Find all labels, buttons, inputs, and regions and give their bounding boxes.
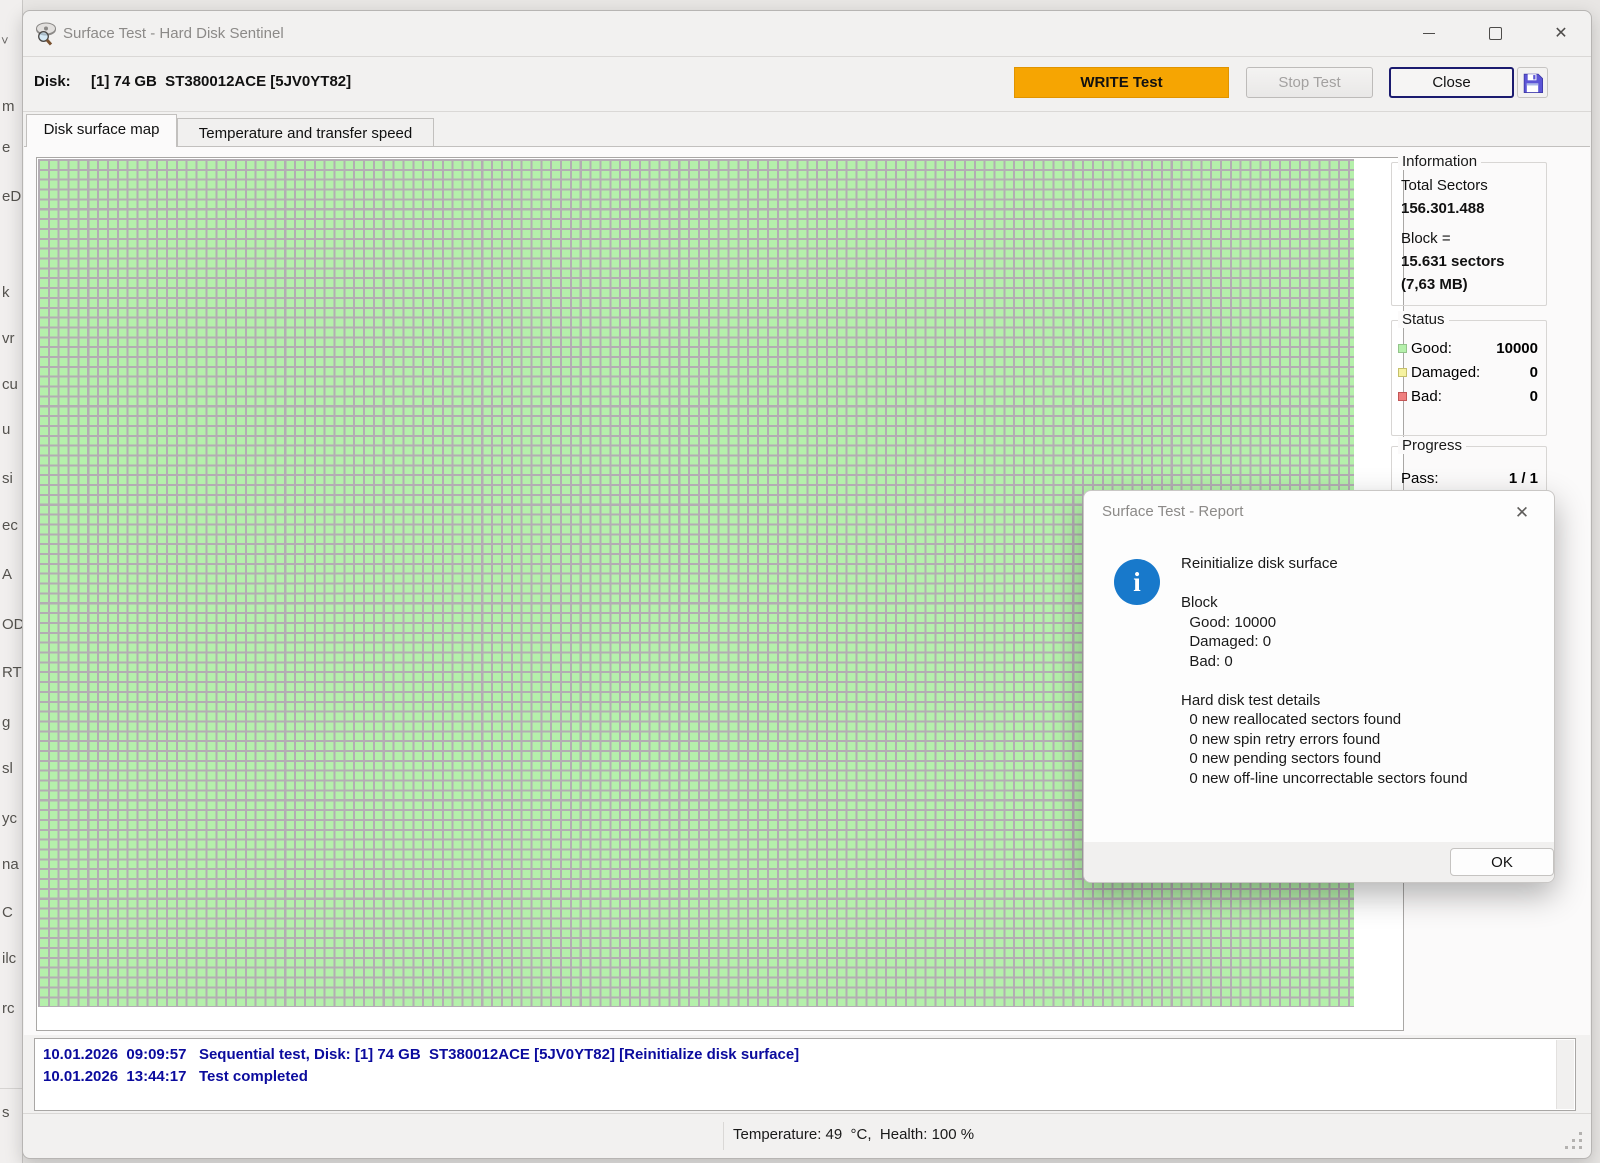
information-group: Information Total Sectors 156.301.488 Bl…: [1391, 162, 1547, 306]
maximize-button[interactable]: [1475, 18, 1515, 50]
bg-text-fragment: na: [2, 856, 19, 873]
maximize-icon: [1489, 27, 1502, 40]
report-line: 0 new spin retry errors found: [1181, 730, 1546, 750]
resize-grip[interactable]: [1579, 1146, 1582, 1149]
report-line: Bad: 0: [1181, 652, 1546, 672]
dialog-footer: OK: [1084, 842, 1554, 882]
bg-text-fragment: yc: [2, 810, 17, 827]
dialog-close-button[interactable]: ✕: [1510, 501, 1534, 525]
report-line: Good: 10000: [1181, 613, 1546, 633]
status-row-bad: Bad: 0: [1398, 385, 1538, 407]
bg-text-fragment: eD: [2, 188, 21, 205]
block-label: Block =: [1401, 230, 1538, 247]
surface-test-report-dialog: Surface Test - Report ✕ i Reinitialize d…: [1083, 490, 1555, 883]
bad-label: Bad:: [1411, 388, 1442, 405]
bg-text-fragment: cu: [2, 376, 18, 393]
write-test-button[interactable]: WRITE Test: [1014, 67, 1229, 98]
minimize-icon: [1423, 33, 1435, 34]
bg-text-fragment: si: [2, 470, 13, 487]
bg-text-fragment: vr: [2, 330, 15, 347]
log-line: 10.01.2026 09:09:57 Sequential test, Dis…: [43, 1046, 799, 1063]
report-line: 0 new off-line uncorrectable sectors fou…: [1181, 769, 1546, 789]
disk-label: Disk:: [34, 73, 71, 90]
total-sectors-value: 156.301.488: [1401, 200, 1538, 217]
disk-value: [1] 74 GB ST380012ACE [5JV0YT82]: [91, 73, 351, 90]
dialog-title: Surface Test - Report: [1102, 503, 1243, 520]
bg-text-fragment: C: [2, 904, 13, 921]
bg-text-fragment: A: [2, 566, 12, 583]
save-report-button[interactable]: [1517, 67, 1548, 98]
close-button[interactable]: Close: [1389, 67, 1514, 98]
status-row-damaged: Damaged: 0: [1398, 361, 1538, 383]
divider: [0, 1088, 22, 1089]
close-icon: ✕: [1554, 26, 1567, 42]
test-log: 10.01.2026 09:09:57 Sequential test, Dis…: [34, 1038, 1576, 1111]
pass-label: Pass:: [1401, 470, 1439, 487]
close-window-button[interactable]: ✕: [1541, 18, 1581, 50]
group-title: Progress: [1398, 437, 1466, 454]
bg-text-fragment: ilc: [2, 950, 16, 967]
group-title: Information: [1398, 153, 1481, 170]
bad-swatch-icon: [1398, 392, 1407, 401]
group-title: Status: [1398, 311, 1449, 328]
pass-value: 1 / 1: [1509, 470, 1538, 487]
report-line: [1181, 574, 1546, 594]
info-icon: i: [1114, 559, 1160, 605]
window-title: Surface Test - Hard Disk Sentinel: [63, 25, 284, 42]
app-icon: [33, 21, 59, 47]
bg-text-fragment: g: [2, 714, 10, 731]
bg-text-fragment: k: [2, 284, 10, 301]
bg-text-fragment: s: [2, 1104, 10, 1121]
report-line: 0 new reallocated sectors found: [1181, 710, 1546, 730]
tab-disk-surface-map[interactable]: Disk surface map: [26, 114, 177, 147]
report-line: Reinitialize disk surface: [1181, 554, 1546, 574]
good-swatch-icon: [1398, 344, 1407, 353]
total-sectors-label: Total Sectors: [1401, 177, 1538, 194]
ok-button[interactable]: OK: [1450, 848, 1554, 876]
damaged-swatch-icon: [1398, 368, 1407, 377]
status-group: Status Good: 10000 Damaged: 0 Bad: 0: [1391, 320, 1547, 436]
temperature-health-status: Temperature: 49 °C, Health: 100 %: [733, 1126, 974, 1143]
floppy-save-icon: [1522, 72, 1543, 93]
bg-text-fragment: rc: [2, 1000, 15, 1017]
bg-text-fragment: e: [2, 139, 10, 156]
bg-text-fragment: u: [2, 421, 10, 438]
bg-text-fragment: m: [2, 98, 15, 115]
stop-test-button[interactable]: Stop Test: [1246, 67, 1373, 98]
report-line: Damaged: 0: [1181, 632, 1546, 652]
background-window-sliver: ˅ m e eD k vr cu u si ec A OD RT g sl yc…: [0, 0, 23, 1163]
screen: ˅ m e eD k vr cu u si ec A OD RT g sl yc…: [0, 0, 1600, 1163]
block-size-value: (7,63 MB): [1401, 276, 1538, 293]
progress-row-pass: Pass: 1 / 1: [1398, 467, 1538, 489]
tab-temperature-transfer-speed[interactable]: Temperature and transfer speed: [177, 118, 434, 147]
block-sectors-value: 15.631 sectors: [1401, 253, 1538, 270]
titlebar: Surface Test - Hard Disk Sentinel ✕: [23, 11, 1591, 57]
status-row-good: Good: 10000: [1398, 337, 1538, 359]
toolbar: Disk: [1] 74 GB ST380012ACE [5JV0YT82] W…: [23, 56, 1591, 112]
report-line: 0 new pending sectors found: [1181, 749, 1546, 769]
chevron-down-icon[interactable]: ˅: [1, 33, 9, 48]
divider: [723, 1122, 724, 1150]
minimize-button[interactable]: [1409, 18, 1449, 50]
bg-text-fragment: RT: [2, 664, 22, 681]
damaged-value: 0: [1530, 364, 1538, 381]
log-scrollbar[interactable]: [1556, 1040, 1574, 1109]
damaged-label: Damaged:: [1411, 364, 1480, 381]
log-line: 10.01.2026 13:44:17 Test completed: [43, 1068, 308, 1085]
bad-value: 0: [1530, 388, 1538, 405]
report-line: Hard disk test details: [1181, 691, 1546, 711]
bg-text-fragment: ec: [2, 517, 18, 534]
bg-text-fragment: sl: [2, 760, 13, 777]
good-value: 10000: [1496, 340, 1538, 357]
good-label: Good:: [1411, 340, 1452, 357]
report-line: [1181, 671, 1546, 691]
report-body: Reinitialize disk surface Block Good: 10…: [1181, 554, 1546, 788]
report-line: Block: [1181, 593, 1546, 613]
status-bar: Temperature: 49 °C, Health: 100 %: [23, 1113, 1591, 1158]
